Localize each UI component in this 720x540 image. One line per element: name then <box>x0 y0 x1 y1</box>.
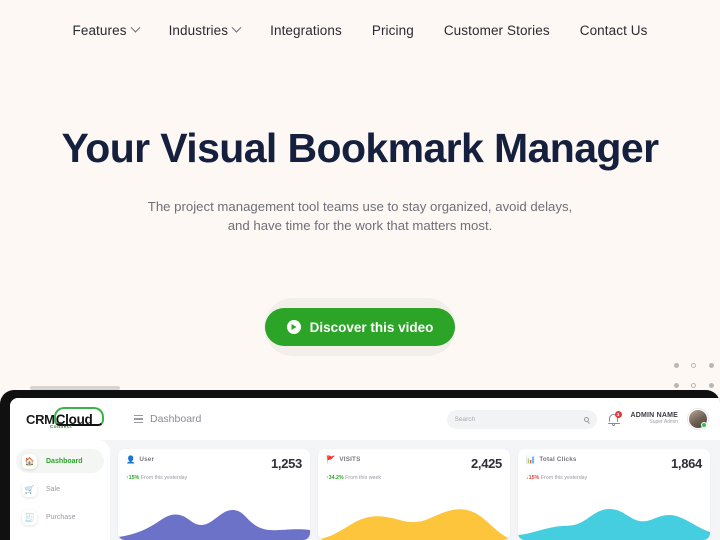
card-title: VISITS <box>339 456 361 464</box>
card-title: Total Clicks <box>539 456 577 464</box>
flag-icon: 🚩 <box>326 455 336 464</box>
topbar-actions: 3 ADMIN NAME Super Admin <box>446 398 708 440</box>
dashboard-topbar: CRM Cloud Connect Dashboard Search 3 ADM… <box>10 398 720 440</box>
sidebar-item-purchase[interactable]: 🧾 Purchase <box>16 505 104 529</box>
card-value: 1,253 <box>270 456 302 471</box>
card-header: 👤 User 1,253 <box>126 456 302 471</box>
notifications-button[interactable]: 3 <box>607 411 622 427</box>
laptop-frame: CRM Cloud Connect Dashboard Search 3 ADM… <box>0 390 720 540</box>
delta-value: 15% <box>128 475 140 481</box>
user-info[interactable]: ADMIN NAME Super Admin <box>631 412 679 426</box>
chart-icon: 📊 <box>526 455 536 464</box>
hero-subtitle: The project management tool teams use to… <box>0 197 720 235</box>
search-box[interactable] <box>446 409 597 429</box>
hero-section: Your Visual Bookmark Manager The project… <box>0 0 720 235</box>
card-value: 2,425 <box>470 456 502 471</box>
hamburger-icon[interactable] <box>134 415 143 423</box>
search-input[interactable] <box>454 415 575 423</box>
page-title: Your Visual Bookmark Manager <box>61 125 659 171</box>
card-label: 👤 User <box>126 456 154 464</box>
app-logo[interactable]: CRM Cloud Connect <box>26 406 114 429</box>
card-delta: ↑15% From this yesterday <box>126 475 302 481</box>
cta-label: Discover this video <box>309 319 434 335</box>
card-delta: ↓15% From this yesterday <box>526 475 702 481</box>
landing-page: Features Industries Integrations Pricing… <box>0 0 720 540</box>
dot <box>691 382 697 388</box>
card-header: 🚩 VISITS 2,425 <box>326 456 502 471</box>
card-delta: ↑34.2% From this week <box>326 475 502 481</box>
dot <box>674 362 680 368</box>
sidebar-item-label: Sale <box>46 485 61 493</box>
card-value: 1,864 <box>670 456 702 471</box>
delta-text: From this yesterday <box>140 475 188 481</box>
cta-halo: Discover this video <box>264 298 456 356</box>
sparkline-chart-user <box>118 501 310 540</box>
discover-video-button[interactable]: Discover this video <box>264 308 456 346</box>
dot <box>708 382 714 388</box>
card-label: 📊 Total Clicks <box>526 456 577 464</box>
stat-cards-row: 👤 User 1,253 ↑15% From this yesterday 🚩 … <box>110 440 720 540</box>
hero-subtitle-line-1: The project management tool teams use to… <box>147 199 573 214</box>
stat-card-total-clicks[interactable]: 📊 Total Clicks 1,864 ↓15% From this yest… <box>518 449 710 540</box>
user-role: Super Admin <box>649 419 678 426</box>
dot <box>708 362 714 368</box>
breadcrumb: Dashboard <box>134 413 201 425</box>
search-icon <box>583 416 589 422</box>
card-label: 🚩 VISITS <box>326 456 361 464</box>
card-title: User <box>139 456 155 464</box>
home-icon: 🏠 <box>22 453 37 469</box>
card-header: 📊 Total Clicks 1,864 <box>526 456 702 471</box>
sidebar-item-dashboard[interactable]: 🏠 Dashboard <box>16 449 104 473</box>
avatar[interactable] <box>688 409 708 429</box>
delta-value: 15% <box>528 475 540 481</box>
dot <box>674 382 680 388</box>
sidebar-item-label: Purchase <box>46 513 76 521</box>
notification-badge: 3 <box>614 411 622 418</box>
dot <box>691 362 697 368</box>
stat-card-visits[interactable]: 🚩 VISITS 2,425 ↑34.2% From this week <box>318 449 510 540</box>
dashboard-sidebar: 🏠 Dashboard 🛒 Sale 🧾 Purchase <box>10 440 110 540</box>
hero-subtitle-line-2: and have time for the work that matters … <box>227 218 493 233</box>
logo-tagline: Connect <box>50 424 73 429</box>
play-circle-icon <box>286 320 301 334</box>
sparkline-chart-visits <box>318 501 510 540</box>
stat-card-user[interactable]: 👤 User 1,253 ↑15% From this yesterday <box>118 449 310 540</box>
breadcrumb-label: Dashboard <box>150 413 202 425</box>
delta-text: From this yesterday <box>540 475 588 481</box>
decorative-dot-grid <box>668 355 720 395</box>
cart-icon: 🛒 <box>22 481 37 497</box>
delta-text: From this week <box>345 475 382 481</box>
receipt-icon: 🧾 <box>22 509 37 525</box>
dashboard-screen: CRM Cloud Connect Dashboard Search 3 ADM… <box>10 398 720 540</box>
user-icon: 👤 <box>126 455 136 464</box>
bell-clapper-icon <box>611 423 615 426</box>
sidebar-item-sale[interactable]: 🛒 Sale <box>16 477 104 501</box>
sidebar-item-label: Dashboard <box>46 457 83 465</box>
sparkline-chart-total-clicks <box>518 501 710 540</box>
dashboard-body: 🏠 Dashboard 🛒 Sale 🧾 Purchase 👤 User 1,2… <box>10 440 720 540</box>
delta-value: 34.2% <box>328 475 344 481</box>
